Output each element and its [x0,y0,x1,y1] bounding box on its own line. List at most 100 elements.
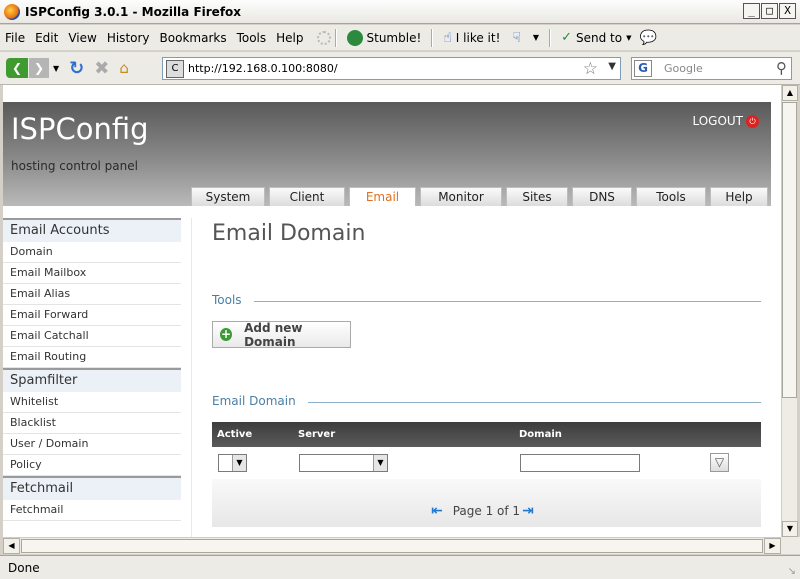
vertical-scroll-thumb[interactable] [782,102,797,398]
list-section-header: Email Domain [212,394,761,410]
menu-history[interactable]: History [102,31,155,45]
domain-filter-input[interactable] [520,454,640,472]
tab-sites[interactable]: Sites [506,187,568,206]
tab-email[interactable]: Email [349,187,416,206]
tools-section-label: Tools [212,293,254,307]
send-to-button[interactable]: ✓ Send to ▼ [555,30,637,45]
stop-icon[interactable]: ✖ [94,58,109,79]
tab-monitor[interactable]: Monitor [420,187,502,206]
pager: ⇤ Page 1 of 1 ⇥ [431,503,534,519]
sidebar-item-fetchmail[interactable]: Fetchmail [3,500,181,521]
stumbleupon-icon [346,29,363,46]
list-section-label: Email Domain [212,394,308,408]
send-to-label: Send to [575,30,623,45]
filter-icon[interactable]: ▽ [710,453,729,472]
toolbar-separator [431,28,434,47]
toolbar-separator [334,28,337,47]
sidebar-item-blacklist[interactable]: Blacklist [3,413,181,434]
menu-file[interactable]: File [0,31,30,45]
spinner-icon [316,30,331,45]
toolbar-separator [549,28,552,47]
stumble-button[interactable]: Stumble! [341,29,428,46]
tab-help[interactable]: Help [710,187,768,206]
history-dropdown-icon[interactable]: ▼ [53,64,59,73]
send-check-icon: ✓ [561,30,572,45]
menu-view[interactable]: View [63,31,101,45]
resize-grip-icon[interactable]: ↘ [788,566,796,577]
first-page-icon[interactable]: ⇤ [431,503,443,519]
search-placeholder[interactable]: Google [664,62,703,75]
tab-dns[interactable]: DNS [572,187,632,206]
window-controls: _ □ X [743,3,796,19]
i-like-it-button[interactable]: ☝ I like it! [437,30,506,46]
menu-bar: File Edit View History Bookmarks Tools H… [0,25,800,51]
sidebar-item-whitelist[interactable]: Whitelist [3,392,181,413]
thumbs-down-button[interactable]: ☟ ▼ [506,30,545,46]
header-subtitle: hosting control panel [11,159,138,173]
minimize-button[interactable]: _ [743,3,760,19]
window-titlebar: ISPConfig 3.0.1 - Mozilla Firefox _ □ X [0,0,800,24]
server-filter-select[interactable]: ▼ [299,454,388,472]
sidebar-item-email-forward[interactable]: Email Forward [3,305,181,326]
section-rule [212,301,761,302]
back-button[interactable]: ❮ [6,58,28,78]
scroll-right-button[interactable]: ▶ [764,538,781,554]
column-header-active[interactable]: Active [217,429,252,440]
last-page-icon[interactable]: ⇥ [522,503,534,519]
sidebar-item-domain[interactable]: Domain [3,242,181,263]
sidebar-heading-spamfilter: Spamfilter [3,368,181,392]
tab-client[interactable]: Client [269,187,345,206]
sidebar-item-email-routing[interactable]: Email Routing [3,347,181,368]
menu-tools[interactable]: Tools [232,31,272,45]
google-engine-icon[interactable]: G [634,60,652,77]
scroll-up-button[interactable]: ▲ [782,85,798,101]
maximize-button[interactable]: □ [761,3,778,19]
menu-bookmarks[interactable]: Bookmarks [155,31,232,45]
search-icon[interactable]: ⚲ [776,59,787,77]
thumbs-down-icon: ☟ [512,29,521,46]
column-header-domain[interactable]: Domain [519,429,562,440]
url-dropdown-icon[interactable]: ▼ [608,61,616,72]
dropdown-arrow-icon: ▼ [373,455,387,471]
add-new-domain-label: Add new Domain [244,320,303,349]
reload-icon[interactable]: ↻ [69,58,84,79]
address-bar[interactable]: C http://192.168.0.100:8080/ ☆ ▼ [162,57,621,80]
sidebar-item-policy[interactable]: Policy [3,455,181,476]
speech-bubble-icon[interactable]: 💬 [639,30,656,46]
sidebar: Email Accounts Domain Email Mailbox Emai… [3,218,181,521]
horizontal-scroll-thumb[interactable] [21,539,763,553]
horizontal-scrollbar[interactable]: ◀ ▶ [3,537,781,554]
scroll-left-button[interactable]: ◀ [3,538,20,554]
sidebar-item-email-mailbox[interactable]: Email Mailbox [3,263,181,284]
sidebar-heading-fetchmail: Fetchmail [3,476,181,500]
dropdown-arrow-icon: ▼ [232,455,246,471]
sidebar-item-email-alias[interactable]: Email Alias [3,284,181,305]
logout-link[interactable]: LOGOUT ⏻ [692,114,759,128]
home-icon[interactable]: ⌂ [119,59,129,77]
search-bar[interactable]: G Google ⚲ [631,57,792,80]
ispconfig-logo: ISPConfig [11,112,149,146]
dropdown-arrow-icon: ▼ [532,33,540,42]
url-text[interactable]: http://192.168.0.100:8080/ [188,62,338,75]
page-viewport: ISPConfig hosting control panel LOGOUT ⏻… [3,85,781,537]
active-filter-select[interactable]: ▼ [218,454,247,472]
page-title: Email Domain [212,221,366,246]
menu-help[interactable]: Help [271,31,308,45]
scroll-down-button[interactable]: ▼ [782,521,798,537]
site-identity-icon[interactable]: C [166,59,184,78]
sidebar-item-user-domain[interactable]: User / Domain [3,434,181,455]
tab-system[interactable]: System [191,187,265,206]
logout-label: LOGOUT [692,114,743,128]
column-header-server[interactable]: Server [298,429,335,440]
page-indicator: Page 1 of 1 [452,504,521,518]
sidebar-item-email-catchall[interactable]: Email Catchall [3,326,181,347]
tab-tools[interactable]: Tools [636,187,706,206]
sidebar-heading-email-accounts: Email Accounts [3,218,181,242]
bookmark-star-icon[interactable]: ☆ [583,59,598,79]
vertical-scrollbar[interactable]: ▲ ▼ [781,85,798,537]
add-new-domain-button[interactable]: + Add new Domain [212,320,351,349]
forward-button[interactable]: ❯ [29,58,49,78]
close-button[interactable]: X [779,3,796,19]
menu-edit[interactable]: Edit [30,31,63,45]
power-icon: ⏻ [746,114,759,128]
